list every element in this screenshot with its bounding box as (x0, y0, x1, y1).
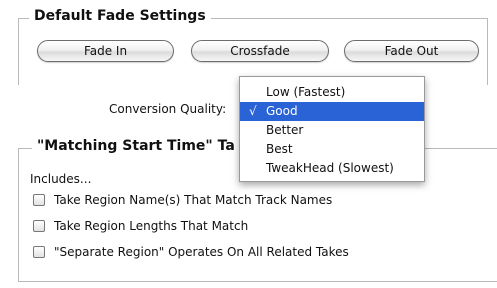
menu-item-better[interactable]: Better (240, 121, 424, 140)
region-names-checkbox[interactable] (33, 194, 45, 206)
menu-item-label: Better (266, 123, 304, 137)
separate-region-checkbox[interactable] (33, 246, 45, 258)
menu-item-label: Best (266, 142, 293, 156)
conversion-quality-menu[interactable]: Low (Fastest) √ Good Better Best TweakHe… (239, 76, 425, 182)
region-names-label: Take Region Name(s) That Match Track Nam… (54, 193, 333, 207)
checkbox-row-separate-region[interactable]: "Separate Region" Operates On All Relate… (33, 244, 349, 260)
checkbox-row-region-lengths[interactable]: Take Region Lengths That Match (33, 218, 248, 234)
fade-in-button[interactable]: Fade In (37, 40, 174, 62)
checkmark-icon: √ (249, 104, 257, 118)
matching-start-time-title: "Matching Start Time" Ta (32, 137, 240, 155)
fade-settings-title: Default Fade Settings (29, 7, 211, 25)
menu-item-low-fastest[interactable]: Low (Fastest) (240, 83, 424, 102)
menu-item-best[interactable]: Best (240, 140, 424, 159)
checkbox-row-region-names[interactable]: Take Region Name(s) That Match Track Nam… (33, 192, 332, 208)
menu-item-good[interactable]: √ Good (240, 102, 424, 121)
crossfade-button[interactable]: Crossfade (191, 40, 329, 62)
conversion-quality-label: Conversion Quality: (109, 102, 227, 116)
includes-label: Includes... (30, 172, 92, 186)
menu-item-label: TweakHead (Slowest) (266, 161, 394, 175)
menu-item-tweakhead-slowest[interactable]: TweakHead (Slowest) (240, 159, 424, 178)
menu-item-label: Low (Fastest) (266, 85, 346, 99)
region-lengths-checkbox[interactable] (33, 220, 45, 232)
menu-item-label: Good (266, 104, 298, 118)
region-lengths-label: Take Region Lengths That Match (54, 219, 249, 233)
fade-out-button[interactable]: Fade Out (344, 40, 479, 62)
separate-region-label: "Separate Region" Operates On All Relate… (54, 245, 349, 259)
